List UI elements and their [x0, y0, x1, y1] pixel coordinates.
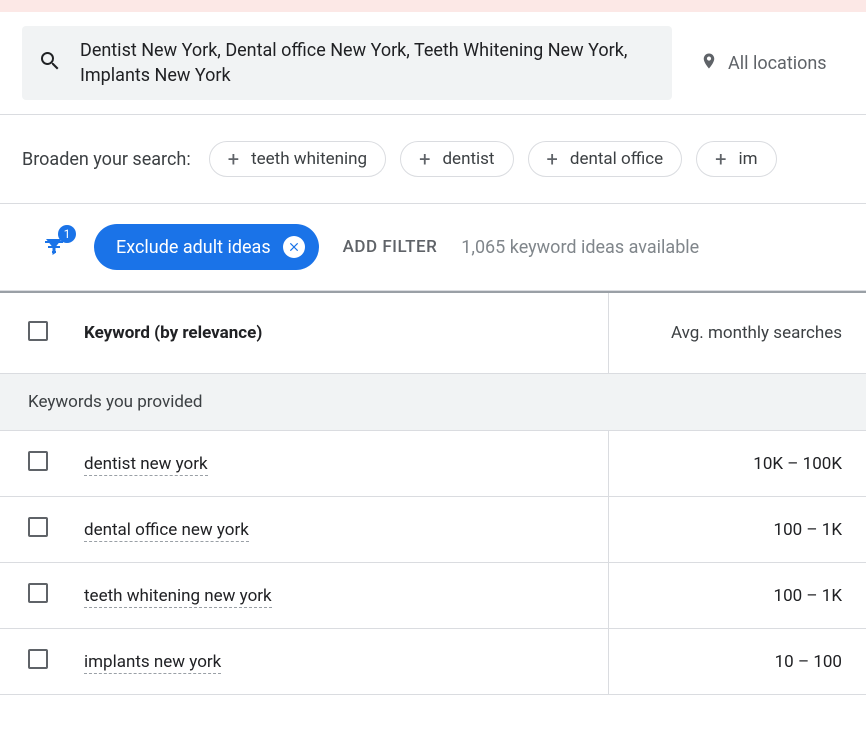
notification-strip — [0, 0, 866, 12]
table-header-row: Keyword (by relevance) Avg. monthly sear… — [0, 292, 866, 374]
chip-label: dentist — [442, 149, 494, 169]
header-searches[interactable]: Avg. monthly searches — [608, 292, 866, 374]
plus-icon: + — [228, 149, 239, 169]
filter-funnel[interactable]: 1 — [38, 231, 70, 263]
broaden-chip[interactable]: + im — [696, 141, 776, 177]
chip-label: dental office — [570, 149, 663, 169]
chip-label: teeth whitening — [251, 149, 367, 169]
active-filter-chip[interactable]: Exclude adult ideas — [94, 224, 319, 270]
broaden-chip[interactable]: + teeth whitening — [209, 141, 386, 177]
row-checkbox[interactable] — [28, 649, 48, 669]
table-row: teeth whitening new york 100 – 1K — [0, 563, 866, 629]
plus-icon: + — [715, 149, 726, 169]
searches-cell: 100 – 1K — [608, 563, 866, 629]
keyword-cell[interactable]: teeth whitening new york — [80, 563, 608, 629]
row-checkbox[interactable] — [28, 583, 48, 603]
remove-filter-button[interactable] — [283, 236, 305, 258]
row-checkbox[interactable] — [28, 451, 48, 471]
searches-cell: 100 – 1K — [608, 497, 866, 563]
broaden-chip[interactable]: + dental office — [528, 141, 683, 177]
table-row: dental office new york 100 – 1K — [0, 497, 866, 563]
select-all-checkbox[interactable] — [28, 321, 48, 341]
section-label: Keywords you provided — [0, 374, 866, 431]
close-icon — [287, 240, 301, 254]
row-checkbox[interactable] — [28, 517, 48, 537]
active-filter-label: Exclude adult ideas — [116, 237, 271, 258]
location-selector[interactable]: All locations — [690, 52, 827, 75]
filter-count-badge: 1 — [58, 225, 76, 243]
ideas-available-text: 1,065 keyword ideas available — [461, 237, 699, 258]
search-query-text: Dentist New York, Dental office New York… — [80, 38, 656, 88]
keyword-cell[interactable]: implants new york — [80, 629, 608, 695]
table-row: implants new york 10 – 100 — [0, 629, 866, 695]
top-bar: Dentist New York, Dental office New York… — [0, 12, 866, 115]
add-filter-button[interactable]: ADD FILTER — [343, 237, 438, 257]
location-icon — [700, 52, 718, 75]
select-all-cell — [0, 292, 80, 374]
plus-icon: + — [547, 149, 558, 169]
broaden-label: Broaden your search: — [22, 149, 191, 170]
broaden-chip[interactable]: + dentist — [400, 141, 513, 177]
chip-label: im — [739, 149, 758, 169]
search-box[interactable]: Dentist New York, Dental office New York… — [22, 26, 672, 100]
keyword-cell[interactable]: dental office new york — [80, 497, 608, 563]
table-row: dentist new york 10K – 100K — [0, 431, 866, 497]
keywords-table: Keyword (by relevance) Avg. monthly sear… — [0, 291, 866, 695]
keyword-cell[interactable]: dentist new york — [80, 431, 608, 497]
table-section-row: Keywords you provided — [0, 374, 866, 431]
searches-cell: 10K – 100K — [608, 431, 866, 497]
filter-row: 1 Exclude adult ideas ADD FILTER 1,065 k… — [0, 204, 866, 291]
search-icon — [38, 49, 62, 77]
plus-icon: + — [419, 149, 430, 169]
header-keyword[interactable]: Keyword (by relevance) — [80, 292, 608, 374]
location-label: All locations — [728, 53, 827, 74]
searches-cell: 10 – 100 — [608, 629, 866, 695]
broaden-search-row: Broaden your search: + teeth whitening +… — [0, 115, 866, 204]
